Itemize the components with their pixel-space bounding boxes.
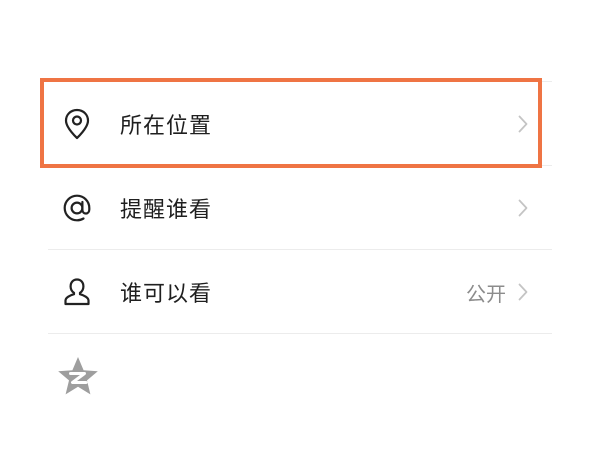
visibility-value: 公开: [466, 281, 506, 306]
remind-who-label: 提醒谁看: [120, 198, 213, 223]
chevron-right-icon: [516, 113, 530, 135]
location-label: 所在位置: [120, 114, 213, 139]
at-sign-icon: [60, 191, 94, 225]
chevron-right-icon: [516, 281, 530, 303]
location-row[interactable]: 所在位置: [48, 82, 552, 166]
location-pin-icon: [60, 107, 94, 141]
person-icon: [60, 275, 94, 309]
who-can-see-row[interactable]: 谁可以看 公开: [48, 250, 552, 334]
who-can-see-label: 谁可以看: [120, 282, 213, 307]
remind-who-row[interactable]: 提醒谁看: [48, 166, 552, 250]
qzone-star-icon[interactable]: [56, 355, 100, 399]
chevron-right-icon: [516, 197, 530, 219]
